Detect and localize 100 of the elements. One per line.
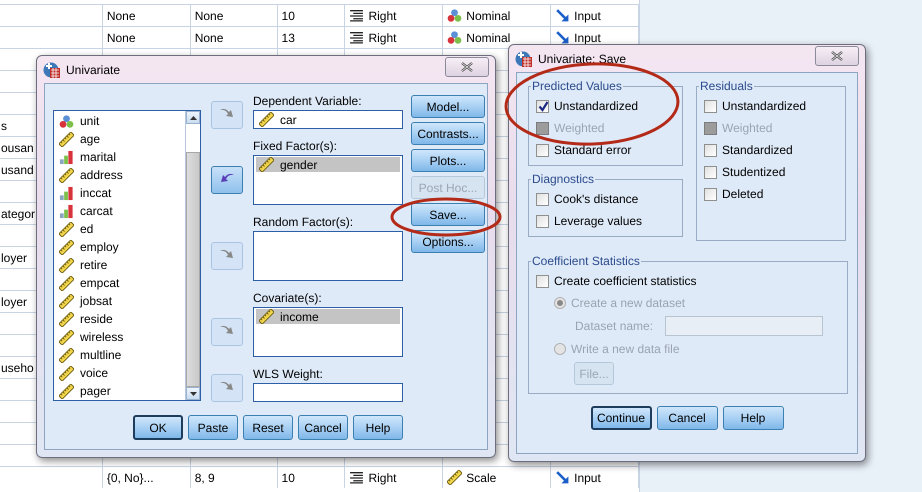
field-label: Dataset name:: [575, 319, 654, 333]
arrow-icon: [555, 8, 570, 23]
checkbox-label: Weighted: [554, 121, 604, 135]
variable-field[interactable]: [253, 383, 403, 402]
checkbox-label: Cook's distance: [554, 192, 638, 206]
move-button[interactable]: [211, 318, 243, 346]
variable-item[interactable]: age: [54, 130, 185, 148]
checkbox[interactable]: [536, 100, 549, 112]
table-cell: None: [194, 30, 224, 44]
table-cell: Right: [368, 8, 396, 22]
table-cell: None: [194, 8, 224, 22]
checkbox[interactable]: [704, 144, 717, 156]
variable-item[interactable]: gender: [256, 157, 400, 172]
variable-item[interactable]: address: [54, 166, 185, 184]
ruler-icon: [59, 348, 74, 362]
variable-item[interactable]: marital: [54, 148, 185, 166]
checkbox-label: Unstandardized: [554, 99, 638, 113]
variable-item[interactable]: employ: [54, 238, 185, 256]
move-button[interactable]: [211, 166, 243, 194]
dialog-button[interactable]: Continue: [590, 406, 652, 430]
dialog-button[interactable]: Paste: [188, 415, 238, 440]
table-cell: 10: [282, 8, 295, 22]
checkbox[interactable]: [704, 100, 717, 112]
variable-item[interactable]: jobsat: [54, 292, 185, 310]
variable-item[interactable]: car: [256, 112, 400, 127]
close-button[interactable]: [815, 46, 859, 66]
dialog-button[interactable]: Contrasts...: [411, 122, 485, 145]
dialog-button[interactable]: Save...: [411, 203, 485, 226]
variable-item[interactable]: carcat: [54, 202, 185, 220]
variable-item[interactable]: reside: [54, 310, 185, 328]
field-label: Covariate(s):: [253, 290, 323, 305]
table-cell: Nominal: [466, 30, 510, 44]
checkbox[interactable]: [704, 166, 717, 178]
up-arrow-icon: [190, 116, 196, 120]
variable-field[interactable]: car: [253, 110, 403, 129]
checkbox[interactable]: [536, 192, 549, 206]
move-button[interactable]: [211, 242, 243, 270]
checkbox-label: Deleted: [722, 187, 764, 201]
group-title: Coefficient Statistics: [531, 254, 641, 268]
variable-box[interactable]: income: [253, 307, 403, 357]
variable-item[interactable]: income: [256, 309, 400, 324]
dialog-button[interactable]: Cancel: [656, 406, 718, 430]
checkbox[interactable]: [536, 144, 549, 156]
move-button[interactable]: [211, 101, 243, 129]
variable-item[interactable]: retire: [54, 256, 185, 274]
app-icon: [515, 50, 533, 68]
close-button[interactable]: [445, 56, 489, 76]
variable-item[interactable]: voice: [54, 364, 185, 382]
variable-box[interactable]: [253, 231, 403, 281]
table-cell: Right: [368, 30, 396, 44]
checkbox-label: Unstandardized: [722, 99, 806, 113]
window-title: Univariate: Save: [538, 52, 628, 66]
variable-item[interactable]: multline: [54, 346, 185, 364]
row-label: loyer: [1, 294, 28, 308]
table-cell: Input: [574, 8, 601, 22]
variable-item[interactable]: unit: [54, 112, 185, 130]
variable-box[interactable]: gender: [253, 155, 403, 205]
ruler-icon: [259, 157, 274, 172]
table-cell: Input: [574, 30, 601, 44]
dialog-button[interactable]: Cancel: [298, 415, 348, 440]
dialog-button[interactable]: Help: [722, 406, 784, 430]
table-cell: Right: [368, 470, 396, 484]
table-cell: Scale: [466, 470, 496, 484]
variable-item[interactable]: empcat: [54, 274, 185, 292]
table-cell: None: [106, 30, 136, 44]
checkbox[interactable]: [704, 188, 717, 200]
dialog-button[interactable]: Reset: [243, 415, 293, 440]
checkbox[interactable]: [536, 274, 549, 288]
table-cell: 10: [282, 470, 295, 484]
ruler-icon: [59, 276, 74, 290]
scroll-up-button[interactable]: [186, 111, 200, 124]
dialog-button[interactable]: Help: [353, 415, 403, 440]
table-cell: None: [106, 8, 136, 22]
row-label: useho: [1, 360, 34, 374]
variable-item[interactable]: wireless: [54, 328, 185, 346]
radio-label: Write a new data file: [571, 342, 680, 356]
table-cell: 13: [282, 30, 295, 44]
scrollbar-thumb[interactable]: [186, 152, 200, 387]
ruler-icon: [59, 168, 74, 182]
variable-item[interactable]: ed: [54, 220, 185, 238]
dialog-button[interactable]: Model...: [411, 95, 485, 118]
dialog-button[interactable]: OK: [133, 415, 183, 440]
variable-item[interactable]: pager: [54, 382, 185, 400]
table-cell: 8, 9: [194, 470, 215, 484]
bar-chart-icon: [59, 186, 74, 200]
move-button[interactable]: [211, 374, 243, 402]
scroll-down-button[interactable]: [186, 387, 200, 400]
field-label: WLS Weight:: [253, 366, 324, 381]
variable-item[interactable]: inccat: [54, 184, 185, 202]
ruler-icon: [259, 112, 274, 127]
align-right-icon: [349, 470, 364, 485]
align-right-icon: [349, 30, 364, 45]
dialog-button[interactable]: Plots...: [411, 149, 485, 172]
checkbox[interactable]: [536, 214, 549, 228]
input-field[interactable]: [665, 316, 824, 336]
ruler-icon: [59, 384, 74, 398]
group-title: Diagnostics: [531, 172, 596, 186]
ruler-icon: [259, 309, 274, 324]
arrow-icon: [555, 30, 570, 45]
checkbox-label: Create coefficient statistics: [554, 274, 697, 288]
